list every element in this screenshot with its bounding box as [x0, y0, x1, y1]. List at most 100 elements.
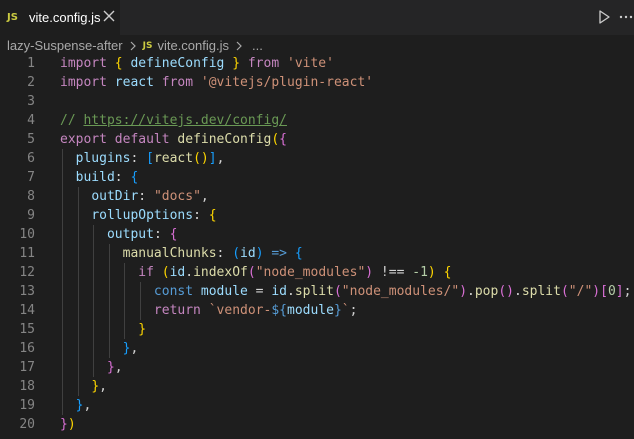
- line-number: 4: [27, 113, 35, 128]
- line-number: 19: [19, 398, 35, 413]
- code-line[interactable]: 9 rollupOptions: {: [0, 206, 634, 225]
- code-token: :: [193, 208, 209, 223]
- code-text: },: [60, 339, 139, 358]
- line-number: 18: [19, 379, 35, 394]
- more-actions-icon[interactable]: [618, 9, 634, 25]
- close-icon[interactable]: [102, 9, 116, 23]
- code-token: ,: [216, 151, 225, 166]
- javascript-file-icon: JS: [142, 40, 153, 51]
- code-line[interactable]: 20}): [0, 415, 634, 434]
- code-token: default: [114, 132, 170, 147]
- code-token: indexOf: [193, 265, 248, 280]
- code-line[interactable]: 10 output: {: [0, 225, 634, 244]
- code-token: ): [459, 284, 468, 299]
- tab-vite-config[interactable]: JS vite.config.js: [0, 0, 120, 35]
- code-token: (): [193, 151, 209, 166]
- code-token: ;: [623, 284, 632, 299]
- line-number: 20: [19, 417, 35, 432]
- code-token: :: [216, 246, 233, 261]
- line-number: 12: [19, 265, 35, 280]
- line-number: 8: [27, 189, 35, 204]
- code-line[interactable]: 3: [0, 92, 634, 111]
- code-line[interactable]: 6 plugins: [react()],: [0, 149, 634, 168]
- breadcrumb-ellipsis[interactable]: ...: [252, 38, 263, 53]
- code-token: outDir: [91, 189, 139, 204]
- code-token: ): [427, 265, 436, 280]
- code-token: "docs": [153, 189, 201, 204]
- code-line[interactable]: 19 },: [0, 396, 634, 415]
- code-line[interactable]: 5 export default defineConfig({: [0, 130, 634, 149]
- code-token: id: [169, 265, 186, 280]
- code-text: },: [60, 396, 92, 415]
- code-token: (: [161, 265, 170, 280]
- code-line[interactable]: 2 import react from '@vitejs/plugin-react…: [0, 73, 634, 92]
- code-line[interactable]: 7 build: {: [0, 168, 634, 187]
- code-token: !==: [373, 265, 413, 280]
- code-line[interactable]: 15 }: [0, 320, 634, 339]
- code-line[interactable]: 18 },: [0, 377, 634, 396]
- code-token: "/": [568, 284, 593, 299]
- code-token: }: [138, 322, 147, 337]
- code-token: const: [153, 284, 194, 299]
- code-token: (: [232, 246, 241, 261]
- code-text: outDir: "docs",: [60, 187, 208, 206]
- code-token: ${: [271, 303, 287, 318]
- code-line[interactable]: 11 manualChunks: (id) => {: [0, 244, 634, 263]
- code-token: `vendor-: [208, 303, 272, 318]
- code-token: split: [521, 284, 561, 299]
- code-line[interactable]: 16 },: [0, 339, 634, 358]
- code-line[interactable]: 8 outDir: "docs",: [0, 187, 634, 206]
- code-token: import: [60, 75, 107, 90]
- code-token: {: [169, 227, 178, 242]
- code-token: defineConfig: [130, 56, 225, 71]
- code-text: export default defineConfig({: [60, 130, 287, 149]
- code-text: }: [60, 320, 146, 339]
- code-line[interactable]: 14 return `vendor-${module}`;: [0, 301, 634, 320]
- code-editor[interactable]: 1 import { defineConfig } from 'vite' 2 imp…: [0, 53, 634, 439]
- code-token: id: [271, 284, 287, 299]
- code-text: const module = id.split("node_modules/")…: [60, 282, 632, 301]
- breadcrumb-file[interactable]: vite.config.js: [157, 38, 229, 53]
- code-line[interactable]: 1 import { defineConfig } from 'vite': [0, 54, 634, 73]
- code-token: {: [279, 132, 287, 147]
- code-token: {: [208, 208, 217, 223]
- code-line[interactable]: 4 // https://vitejs.dev/config/: [0, 111, 634, 130]
- line-number: 6: [27, 151, 35, 166]
- line-number: 7: [27, 170, 35, 185]
- code-token: build: [75, 170, 115, 185]
- code-token: :: [130, 151, 147, 166]
- chevron-right-icon: [130, 41, 136, 50]
- chevron-right-icon: [236, 41, 242, 50]
- code-token: 0: [607, 284, 616, 299]
- code-token: manualChunks: [122, 246, 217, 261]
- code-token: output: [106, 227, 154, 242]
- code-token: }: [333, 303, 342, 318]
- code-token: (: [247, 265, 256, 280]
- play-icon[interactable]: [596, 9, 612, 25]
- code-token: react: [153, 151, 194, 166]
- code-text: build: {: [60, 168, 139, 187]
- code-text: import { defineConfig } from 'vite': [60, 54, 334, 73]
- code-line[interactable]: 17 },: [0, 358, 634, 377]
- line-number: 15: [19, 322, 35, 337]
- code-token: pop: [474, 284, 499, 299]
- code-line[interactable]: 13 const module = id.split("node_modules…: [0, 282, 634, 301]
- code-line[interactable]: 12 if (id.indexOf("node_modules") !== -1…: [0, 263, 634, 282]
- code-token: }: [91, 379, 100, 394]
- code-token: }: [232, 56, 241, 71]
- code-text: },: [60, 377, 107, 396]
- code-token: ,: [99, 379, 107, 394]
- code-token: .: [514, 284, 522, 299]
- breadcrumb-folder[interactable]: lazy-Suspense-after: [7, 38, 123, 53]
